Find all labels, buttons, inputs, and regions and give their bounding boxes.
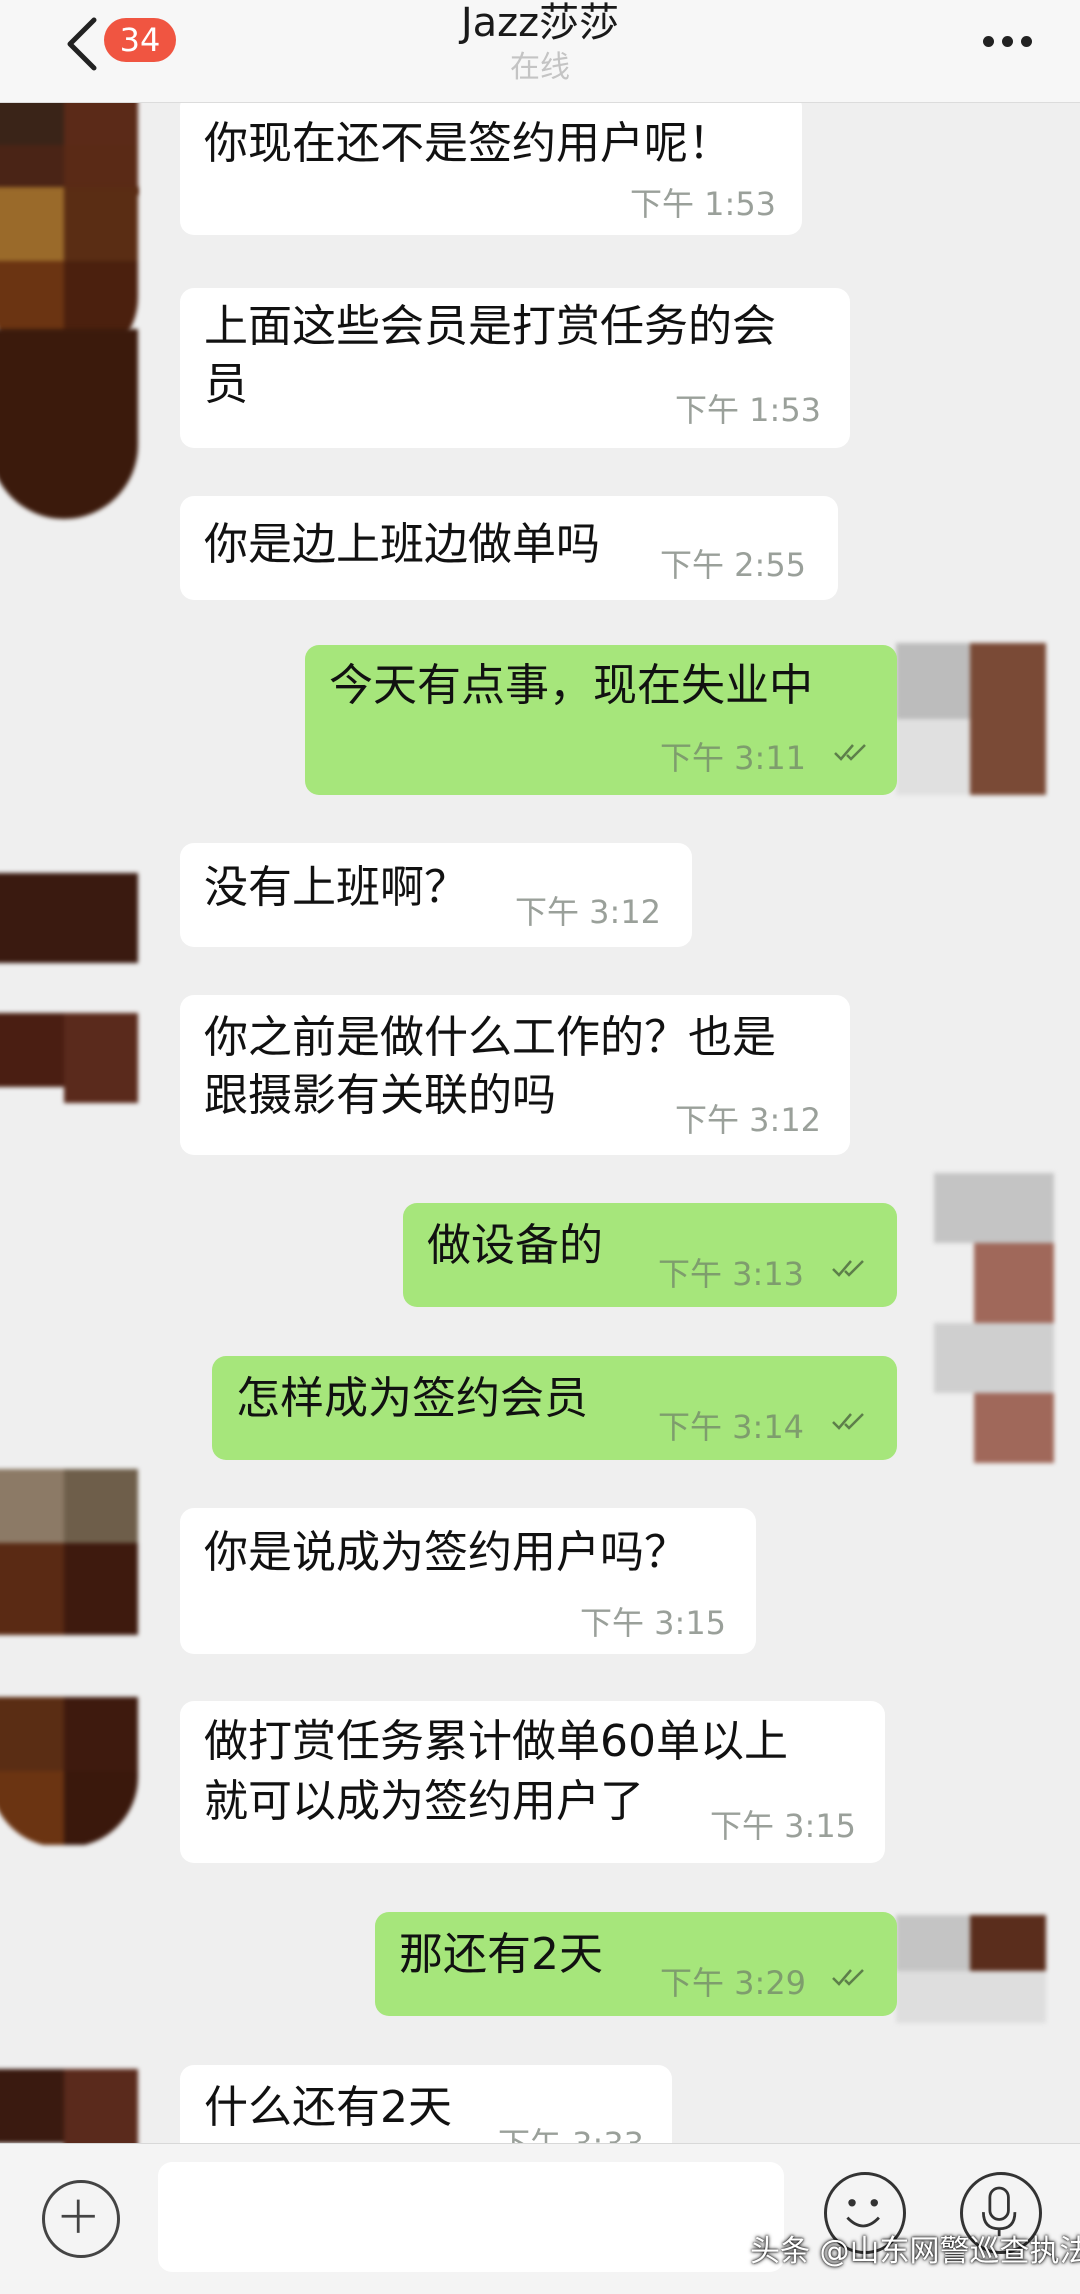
contact-avatar[interactable] xyxy=(0,103,138,195)
watermark-text: 头条 @山东网警巡查执法 xyxy=(750,2234,1080,2269)
message-timestamp: 下午 3:12 xyxy=(675,1101,822,1139)
self-avatar[interactable] xyxy=(896,643,1046,795)
message-bubble[interactable]: 做打赏任务累计做单60单以上 就可以成为签约用户了 下午 3:15 xyxy=(180,1701,885,1863)
message-text-line: 那还有2天 xyxy=(399,1929,603,1980)
read-check-icon xyxy=(832,1260,864,1277)
message-timestamp: 下午 3:11 xyxy=(660,739,807,777)
message-bubble[interactable]: 什么还有2天 下午 3:33 xyxy=(180,2065,672,2143)
message-bubble[interactable]: 你之前是做什么工作的？也是 跟摄影有关联的吗 下午 3:12 xyxy=(180,995,850,1155)
message-timestamp: 下午 3:14 xyxy=(658,1408,805,1446)
message-timestamp: 下午 3:15 xyxy=(710,1807,857,1845)
message-text-line: 做设备的 xyxy=(427,1220,603,1271)
message-text-line: 今天有点事，现在失业中 xyxy=(329,660,813,711)
message-text-line: 上面这些会员是打赏任务的会 xyxy=(204,301,776,352)
message-composer xyxy=(0,2143,1080,2294)
message-input[interactable] xyxy=(158,2162,784,2272)
message-text-line: 没有上班啊？ xyxy=(204,862,468,913)
contact-avatar[interactable] xyxy=(0,1013,138,1103)
contact-name: Jazz莎莎 xyxy=(460,0,620,46)
read-check-icon xyxy=(832,1413,864,1430)
message-text-line: 跟摄影有关联的吗 xyxy=(204,1070,556,1121)
message-timestamp: 下午 2:55 xyxy=(660,546,807,584)
more-horizontal-icon[interactable] xyxy=(983,36,1033,48)
message-timestamp: 下午 1:53 xyxy=(630,185,777,223)
message-timestamp: 下午 3:33 xyxy=(498,2115,644,2143)
message-text-line: 你现在还不是签约用户呢！ xyxy=(204,118,732,169)
message-bubble[interactable]: 你现在还不是签约用户呢！ 下午 1:53 xyxy=(180,103,802,235)
self-avatar[interactable] xyxy=(934,1173,1054,1463)
contact-avatar[interactable] xyxy=(0,873,138,963)
contact-avatar[interactable] xyxy=(0,329,138,519)
message-bubble[interactable]: 没有上班啊？ 下午 3:12 xyxy=(180,843,692,947)
message-bubble[interactable]: 做设备的 下午 3:13 xyxy=(403,1203,897,1307)
self-avatar[interactable] xyxy=(896,1915,1046,2023)
message-timestamp: 下午 3:29 xyxy=(660,1964,807,2002)
message-timestamp: 下午 3:15 xyxy=(580,1604,727,1642)
message-bubble[interactable]: 你是边上班边做单吗 下午 2:55 xyxy=(180,496,838,600)
contact-avatar[interactable] xyxy=(0,1469,138,1635)
contact-avatar[interactable] xyxy=(0,2069,138,2143)
online-status: 在线 xyxy=(510,50,570,85)
message-text-line: 你是说成为签约用户吗？ xyxy=(204,1527,688,1578)
message-bubble[interactable]: 那还有2天 下午 3:29 xyxy=(375,1912,897,2016)
message-text-line: 你之前是做什么工作的？也是 xyxy=(204,1012,776,1063)
contact-avatar[interactable] xyxy=(0,1697,138,1847)
message-bubble[interactable]: 怎样成为签约会员 下午 3:14 xyxy=(212,1356,897,1460)
message-text-line: 你是边上班边做单吗 xyxy=(204,519,600,570)
message-text-line: 就可以成为签约用户了 xyxy=(204,1776,644,1827)
plus-circle-icon[interactable] xyxy=(42,2180,120,2258)
message-text-line: 什么还有2天 xyxy=(204,2082,452,2133)
message-timestamp: 下午 3:12 xyxy=(515,893,662,931)
read-check-icon xyxy=(834,744,866,761)
message-list[interactable]: 你现在还不是签约用户呢！ 下午 1:53 上面这些会员是打赏任务的会 员 下午 … xyxy=(0,103,1080,2143)
message-text-line: 做打赏任务累计做单60单以上 xyxy=(204,1716,788,1767)
message-bubble[interactable]: 你是说成为签约用户吗？ 下午 3:15 xyxy=(180,1508,756,1654)
message-bubble[interactable]: 上面这些会员是打赏任务的会 员 下午 1:53 xyxy=(180,288,850,448)
message-timestamp: 下午 3:13 xyxy=(658,1255,805,1293)
read-check-icon xyxy=(832,1969,864,1986)
message-timestamp: 下午 1:53 xyxy=(675,391,822,429)
message-text-line: 怎样成为签约会员 xyxy=(236,1373,588,1424)
message-text-line: 员 xyxy=(204,359,248,410)
chat-header: 34 Jazz莎莎 在线 xyxy=(0,0,1080,103)
message-bubble[interactable]: 今天有点事，现在失业中 下午 3:11 xyxy=(305,645,897,795)
